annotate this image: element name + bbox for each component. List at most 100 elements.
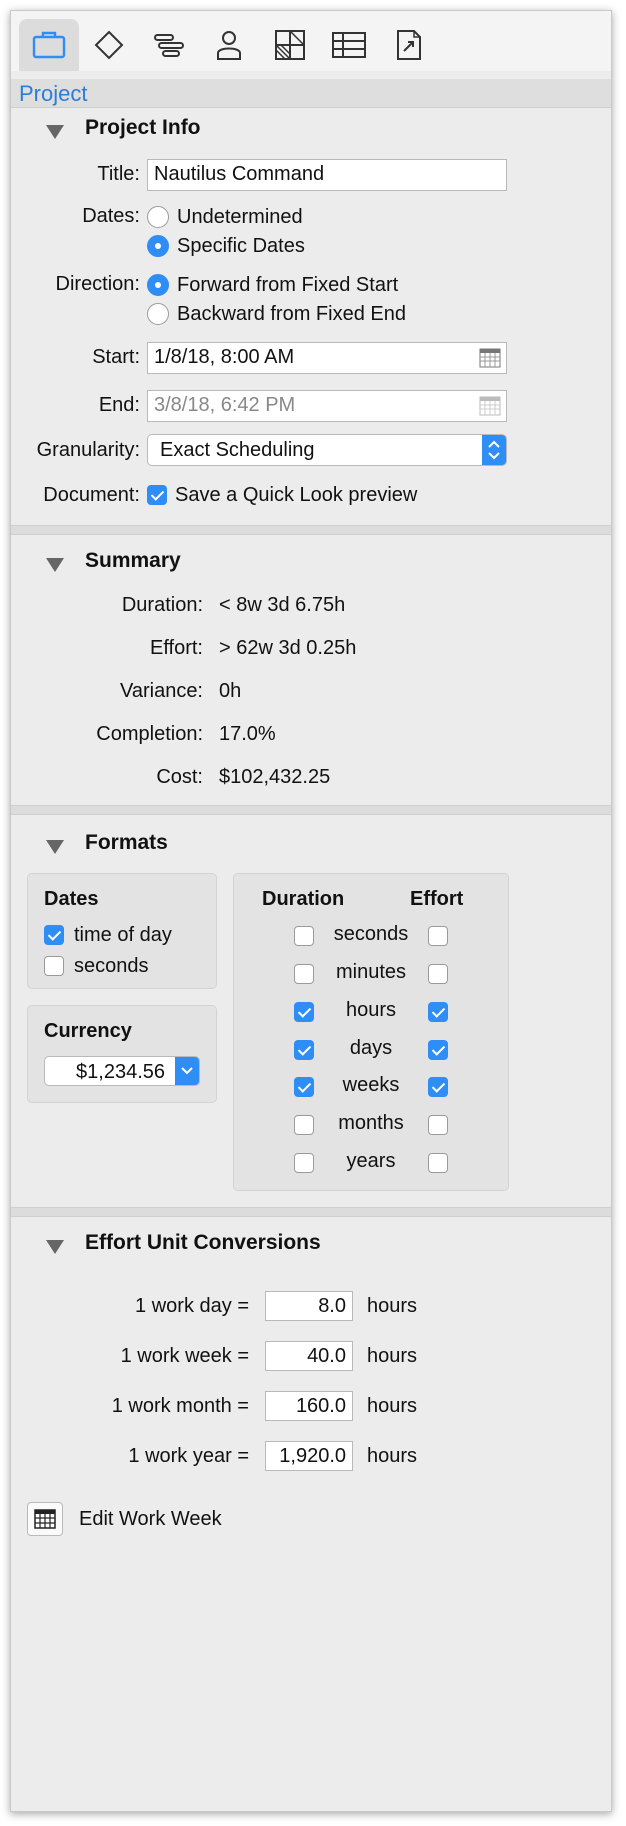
- effort-seconds-checkbox[interactable]: [428, 926, 448, 946]
- undetermined-radio[interactable]: [147, 206, 169, 228]
- completion-label: Completion:: [96, 723, 203, 745]
- end-date-field: 3/8/18, 6:42 PM: [147, 390, 507, 422]
- duration-value: < 8w 3d 6.75h: [219, 594, 346, 616]
- gantt-bars-icon: [154, 34, 184, 57]
- chevron-updown-icon: [482, 435, 506, 465]
- effort-conversions-section: Effort Unit Conversions 1 work day = 8.0…: [11, 1217, 611, 1811]
- unit-label: hours: [367, 1295, 418, 1317]
- granularity-label: Granularity:: [36, 439, 140, 461]
- work-week-field[interactable]: 40.0: [265, 1341, 353, 1371]
- effort-days-checkbox[interactable]: [428, 1040, 448, 1060]
- duration-effort-box: Duration Effort seconds minutes hours da…: [233, 873, 509, 1191]
- project-info-section: Project Info Title: Nautilus Command Dat…: [11, 108, 611, 526]
- project-tab[interactable]: [19, 19, 79, 71]
- specific-dates-label: Specific Dates: [177, 235, 305, 257]
- effort-years-checkbox[interactable]: [428, 1153, 448, 1173]
- direction-label: Direction:: [55, 273, 140, 295]
- unit-label: hours: [345, 999, 397, 1021]
- variance-value: 0h: [219, 680, 242, 702]
- currency-format-box: Currency $1,234.56: [27, 1005, 217, 1103]
- duration-days-checkbox[interactable]: [294, 1040, 314, 1060]
- forward-label: Forward from Fixed Start: [177, 274, 399, 296]
- duration-column-title: Duration: [262, 888, 345, 910]
- section-divider: [11, 805, 611, 815]
- section-divider: [11, 1207, 611, 1217]
- edit-work-week-button[interactable]: [27, 1502, 63, 1536]
- disclosure-triangle-icon[interactable]: [46, 840, 64, 854]
- duration-years-checkbox[interactable]: [294, 1153, 314, 1173]
- unit-label: years: [346, 1150, 396, 1172]
- granularity-popup[interactable]: Exact Scheduling: [147, 434, 507, 466]
- start-date-field[interactable]: 1/8/18, 8:00 AM: [147, 342, 507, 374]
- work-day-field[interactable]: 8.0: [265, 1291, 353, 1321]
- start-label: Start:: [92, 346, 140, 368]
- unit-label: seconds: [333, 923, 409, 945]
- section-title: Formats: [85, 831, 168, 854]
- export-doc-icon: [397, 30, 421, 60]
- style-tab[interactable]: [139, 19, 199, 71]
- resource-tab[interactable]: [199, 19, 259, 71]
- unit-label: minutes: [335, 961, 407, 983]
- table-icon: [332, 32, 366, 58]
- unit-label: months: [338, 1112, 404, 1134]
- work-day-label: 1 work day =: [135, 1295, 249, 1317]
- unit-label: days: [349, 1037, 393, 1059]
- work-month-field[interactable]: 160.0: [265, 1391, 353, 1421]
- duration-weeks-checkbox[interactable]: [294, 1077, 314, 1097]
- inspector-toolbar: [11, 11, 611, 71]
- duration-minutes-checkbox[interactable]: [294, 964, 314, 984]
- work-week-label: 1 work week =: [120, 1345, 249, 1367]
- disclosure-triangle-icon[interactable]: [46, 1240, 64, 1254]
- disclosure-triangle-icon[interactable]: [46, 558, 64, 572]
- seconds-checkbox[interactable]: [44, 956, 64, 976]
- edit-work-week-label[interactable]: Edit Work Week: [79, 1508, 222, 1531]
- work-year-label: 1 work year =: [128, 1445, 249, 1467]
- currency-popup[interactable]: $1,234.56: [44, 1056, 200, 1086]
- time-of-day-checkbox[interactable]: [44, 925, 64, 945]
- work-year-field[interactable]: 1,920.0: [265, 1441, 353, 1471]
- export-tab[interactable]: [379, 19, 439, 71]
- duration-label: Duration:: [121, 594, 203, 616]
- dates-format-box: Dates time of day seconds: [27, 873, 217, 989]
- duration-seconds-checkbox[interactable]: [294, 926, 314, 946]
- table-tab[interactable]: [319, 19, 379, 71]
- undetermined-label: Undetermined: [177, 206, 303, 228]
- completion-value: 17.0%: [219, 723, 276, 745]
- time-of-day-label: time of day: [74, 924, 172, 946]
- diamond-icon: [94, 30, 124, 60]
- summary-section: Summary Duration: < 8w 3d 6.75h Effort: …: [11, 535, 611, 805]
- end-label: End:: [98, 394, 140, 416]
- specific-dates-radio[interactable]: [147, 235, 169, 257]
- title-label: Title:: [97, 163, 140, 185]
- forward-radio[interactable]: [147, 274, 169, 296]
- cost-value: $102,432.25: [219, 766, 331, 788]
- effort-minutes-checkbox[interactable]: [428, 964, 448, 984]
- effort-weeks-checkbox[interactable]: [428, 1077, 448, 1097]
- person-icon: [217, 31, 241, 60]
- duration-hours-checkbox[interactable]: [294, 1002, 314, 1022]
- calendar-icon[interactable]: [479, 348, 501, 368]
- grid-tab[interactable]: [259, 19, 319, 71]
- duration-months-checkbox[interactable]: [294, 1115, 314, 1135]
- unit-label: weeks: [342, 1074, 400, 1096]
- inspector-panel: Project Project Info Title: Nautilus Com…: [10, 10, 612, 1812]
- document-label: Document:: [43, 484, 140, 506]
- checker-grid-icon: [275, 30, 305, 60]
- title-field[interactable]: Nautilus Command: [147, 159, 507, 191]
- effort-months-checkbox[interactable]: [428, 1115, 448, 1135]
- task-tab[interactable]: [79, 19, 139, 71]
- briefcase-icon: [32, 31, 66, 59]
- dates-format-title: Dates: [44, 888, 99, 910]
- work-month-label: 1 work month =: [111, 1395, 249, 1417]
- section-title: Summary: [85, 549, 181, 572]
- unit-label: hours: [367, 1445, 418, 1467]
- backward-radio[interactable]: [147, 303, 169, 325]
- effort-hours-checkbox[interactable]: [428, 1002, 448, 1022]
- section-title: Project Info: [85, 116, 201, 139]
- effort-column-title: Effort: [410, 888, 464, 910]
- quick-look-checkbox[interactable]: [147, 485, 167, 505]
- unit-label: hours: [367, 1345, 418, 1367]
- section-divider: [11, 525, 611, 535]
- disclosure-triangle-icon[interactable]: [46, 125, 64, 139]
- formats-section: Formats Dates time of day seconds Curren…: [11, 815, 611, 1207]
